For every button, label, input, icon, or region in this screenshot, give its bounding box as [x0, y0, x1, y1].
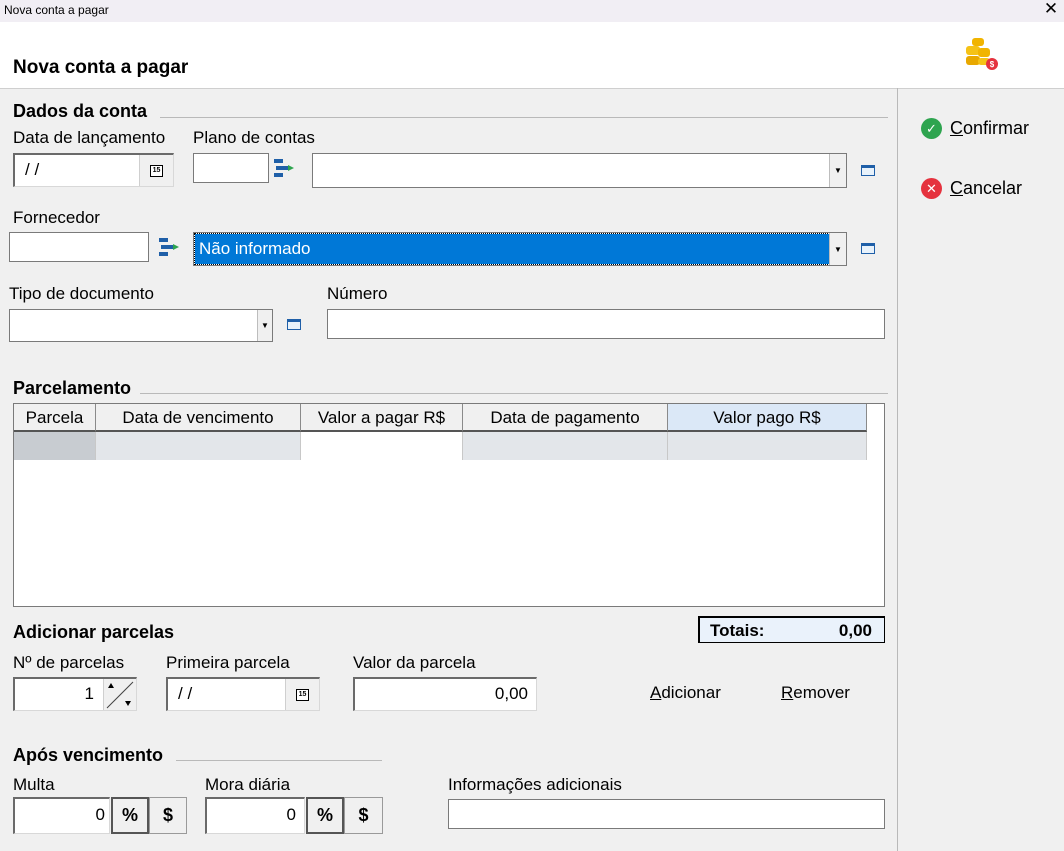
- parcelas-table[interactable]: Parcela Data de vencimento Valor a pagar…: [13, 403, 885, 607]
- chevron-down-icon[interactable]: ▼: [829, 154, 846, 187]
- section-parcelamento: Parcelamento: [13, 378, 132, 398]
- section-adicionar-parcelas: Adicionar parcelas: [13, 622, 175, 642]
- mora-money-toggle[interactable]: $: [344, 797, 383, 834]
- column-header[interactable]: Valor a pagar R$: [301, 404, 463, 432]
- section-divider: [160, 117, 888, 118]
- totais-box: Totais: 0,00: [698, 616, 885, 643]
- column-header[interactable]: Data de vencimento: [96, 404, 301, 432]
- window-icon[interactable]: [861, 243, 875, 254]
- plano-contas-code-input[interactable]: [193, 153, 269, 183]
- info-adicionais-label: Informações adicionais: [448, 775, 622, 794]
- confirmar-button[interactable]: ✓ Confirmar: [921, 118, 1029, 139]
- calendar-button[interactable]: 15: [285, 679, 319, 710]
- fornecedor-select[interactable]: Não informado ▼: [193, 232, 847, 266]
- window-title: Nova conta a pagar: [4, 3, 109, 17]
- coins-dollar-icon: $: [966, 38, 998, 70]
- valor-parcela-input[interactable]: 0,00: [353, 677, 537, 711]
- selected-option-highlight: Não informado: [194, 233, 830, 265]
- multa-label: Multa: [13, 775, 55, 794]
- calendar-icon: 15: [296, 688, 309, 701]
- num-parcelas-label: Nº de parcelas: [13, 653, 125, 672]
- adicionar-button[interactable]: Adicionar: [650, 683, 721, 703]
- sidebar-divider: [897, 88, 898, 851]
- svg-text:$: $: [990, 60, 995, 69]
- numero-label: Número: [327, 284, 388, 303]
- column-header[interactable]: Data de pagamento: [463, 404, 668, 432]
- totais-label: Totais:: [710, 621, 765, 640]
- column-header[interactable]: Valor pago R$: [668, 404, 867, 432]
- mora-percent-toggle[interactable]: %: [306, 797, 344, 834]
- chevron-down-icon[interactable]: ▼: [829, 233, 846, 265]
- section-divider: [140, 393, 888, 394]
- check-circle-icon: ✓: [921, 118, 942, 139]
- window-icon[interactable]: [861, 165, 875, 176]
- header: Nova conta a pagar $: [0, 22, 1064, 89]
- calendar-button[interactable]: 15: [139, 155, 173, 186]
- table-cell[interactable]: [301, 432, 463, 460]
- spin-arrows-icon: [106, 681, 134, 709]
- plano-contas-select[interactable]: ▼: [312, 153, 847, 188]
- table-cell[interactable]: [668, 432, 867, 460]
- column-header[interactable]: Parcela: [14, 404, 96, 432]
- x-circle-icon: ✕: [921, 178, 942, 199]
- window-icon[interactable]: [287, 319, 301, 330]
- cancelar-button[interactable]: ✕ Cancelar: [921, 178, 1022, 199]
- multa-money-toggle[interactable]: $: [149, 797, 187, 834]
- close-icon[interactable]: ✕: [1040, 0, 1062, 19]
- section-divider: [176, 760, 382, 761]
- title-bar: Nova conta a pagar ✕: [0, 0, 1064, 22]
- tipo-documento-label: Tipo de documento: [9, 284, 154, 303]
- primeira-parcela-label: Primeira parcela: [166, 653, 290, 672]
- table-cell[interactable]: [14, 432, 96, 460]
- data-lancamento-field[interactable]: / / 15: [13, 153, 174, 187]
- table-cell[interactable]: [463, 432, 668, 460]
- totais-value: 0,00: [838, 621, 872, 640]
- calendar-icon: 15: [150, 164, 163, 177]
- page-title: Nova conta a pagar: [13, 57, 189, 78]
- tipo-documento-select[interactable]: ▼: [9, 309, 273, 342]
- num-parcelas-field[interactable]: 1: [13, 677, 137, 711]
- table-cell[interactable]: [96, 432, 301, 460]
- chevron-down-icon[interactable]: ▼: [257, 310, 272, 341]
- multa-percent-toggle[interactable]: %: [111, 797, 149, 834]
- spin-button[interactable]: [103, 679, 136, 710]
- tree-search-icon[interactable]: [159, 238, 179, 258]
- valor-parcela-label: Valor da parcela: [353, 653, 476, 672]
- numero-input[interactable]: [327, 309, 885, 339]
- mora-label: Mora diária: [205, 775, 291, 794]
- data-lancamento-label: Data de lançamento: [13, 128, 166, 147]
- section-apos-vencimento: Após vencimento: [13, 745, 164, 765]
- info-adicionais-input[interactable]: [448, 799, 885, 829]
- primeira-parcela-field[interactable]: / / 15: [166, 677, 320, 711]
- mora-input[interactable]: 0: [205, 797, 305, 834]
- tree-search-icon[interactable]: [274, 159, 294, 179]
- fornecedor-label: Fornecedor: [13, 208, 100, 227]
- fornecedor-code-input[interactable]: [9, 232, 149, 262]
- plano-contas-label: Plano de contas: [193, 128, 315, 147]
- multa-input[interactable]: 0: [13, 797, 110, 834]
- remover-button[interactable]: Remover: [781, 683, 850, 703]
- section-dados-conta: Dados da conta: [13, 101, 148, 121]
